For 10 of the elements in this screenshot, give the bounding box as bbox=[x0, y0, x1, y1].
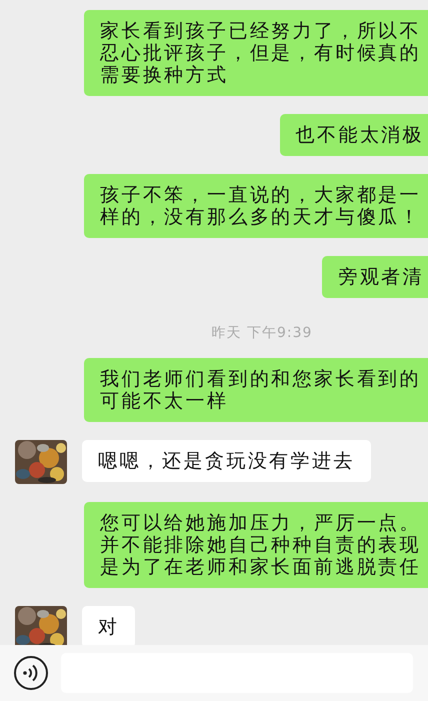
message-bubble: 孩子不笨，一直说的，大家都是一样的，没有那么多的天才与傻瓜！ bbox=[84, 174, 428, 238]
message-bubble: 家长看到孩子已经努力了，所以不忍心批评孩子，但是，有时候真的需要换种方式 bbox=[84, 10, 428, 96]
message-bubble: 也不能太消极 bbox=[280, 114, 428, 156]
timestamp: 昨天 下午9:39 bbox=[212, 325, 312, 341]
message-bubble: 嗯嗯，还是贪玩没有学进去 bbox=[82, 440, 371, 482]
voice-icon[interactable] bbox=[13, 655, 49, 691]
message-bubble: 您可以给她施加压力，严厉一点。并不能排除她自己种种自责的表现是为了在老师和家长面前逃脱责任 bbox=[84, 502, 428, 588]
message-bubble: 旁观者清 bbox=[322, 256, 428, 298]
message-bubble: 我们老师们看到的和您家长看到的可能不太一样 bbox=[84, 358, 428, 422]
message-bubble: 对 bbox=[82, 606, 136, 645]
